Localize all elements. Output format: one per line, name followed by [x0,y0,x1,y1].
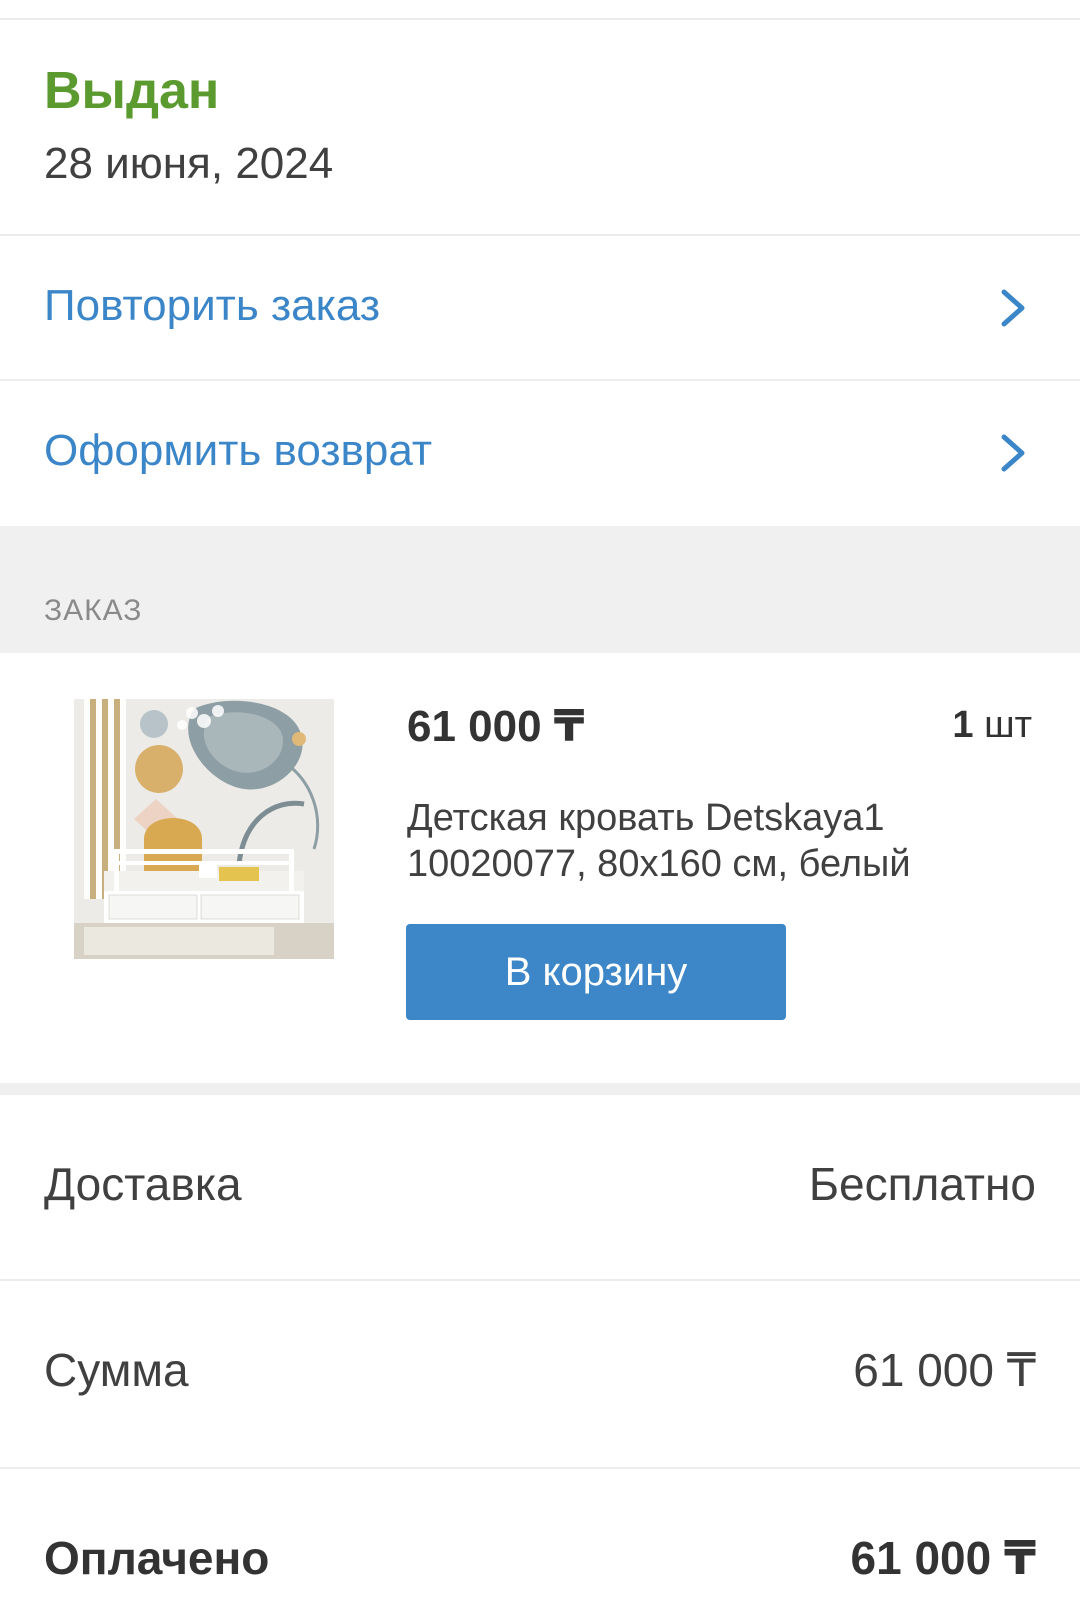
delivery-row: Доставка Бесплатно [0,1095,1080,1281]
paid-label: Оплачено [44,1532,270,1584]
repeat-order-label: Повторить заказ [44,281,380,330]
quantity-unit: шт [984,704,1032,746]
product-quantity: 1 шт [952,703,1032,749]
order-status: Выдан [44,62,220,120]
return-order-row[interactable]: Оформить возврат [0,381,1080,526]
sum-value: 61 000 ₸ [853,1344,1036,1396]
sum-row: Сумма 61 000 ₸ [0,1281,1080,1469]
delivery-label: Доставка [44,1158,242,1210]
chevron-right-icon [1001,434,1025,472]
product-price: 61 000 ₸ [407,702,585,751]
delivery-value: Бесплатно [808,1158,1036,1210]
product-image[interactable] [74,699,334,959]
chevron-right-icon [1001,289,1025,327]
bed-illustration [74,699,334,959]
repeat-order-row[interactable]: Повторить заказ [0,236,1080,381]
order-status-block: Выдан 28 июня, 2024 [0,20,1080,236]
order-details-page: Выдан 28 июня, 2024 Повторить заказ Офор… [0,0,1080,1620]
order-section-header: ЗАКАЗ [0,526,1080,653]
order-date: 28 июня, 2024 [44,139,334,188]
sum-label: Сумма [44,1344,189,1396]
quantity-number: 1 [952,704,974,746]
product-card: 61 000 ₸ 1 шт Детская кровать Detskaya1 … [0,653,1080,1083]
divider [0,1083,1080,1095]
return-order-label: Оформить возврат [44,426,433,475]
paid-row: Оплачено 61 000 ₸ [0,1469,1080,1620]
section-title: ЗАКАЗ [44,594,143,627]
paid-value: 61 000 ₸ [850,1532,1036,1584]
add-to-cart-button[interactable]: В корзину [406,924,786,1020]
product-name[interactable]: Детская кровать Detskaya1 10020077, 80x1… [407,795,1027,887]
